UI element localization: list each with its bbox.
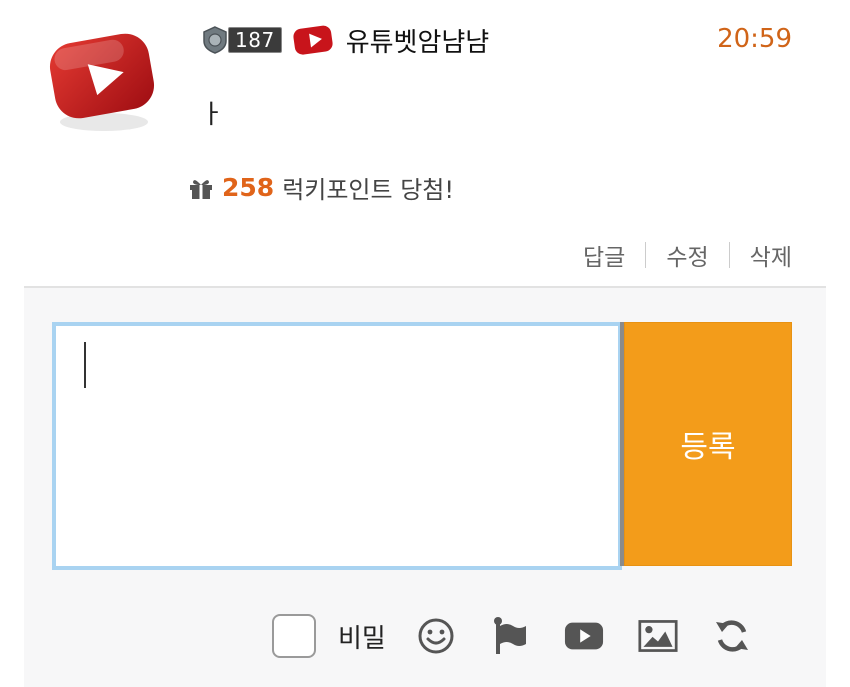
gift-icon (190, 179, 212, 199)
smiley-icon (418, 618, 454, 654)
comment-actions: 답글 수정 삭제 (583, 238, 792, 272)
refresh-button[interactable] (712, 616, 752, 656)
edit-link[interactable]: 수정 (666, 238, 708, 272)
comment-meta: 187 유튜벳암냠냠 (200, 22, 489, 58)
video-button[interactable] (564, 616, 604, 656)
lucky-point-notice: 258 럭키포인트 당첨! (188, 170, 454, 205)
flag-icon (493, 617, 526, 654)
lucky-points: 258 (222, 173, 275, 202)
secret-label[interactable]: 비밀 (338, 618, 386, 655)
image-button[interactable] (638, 616, 678, 656)
youtube-icon (564, 622, 603, 650)
submit-button[interactable]: 등록 (624, 322, 792, 566)
comment-item: 187 유튜벳암냠냠 20:59 ㅏ 258 럭키포인트 당첨! 답글 수정 삭… (0, 0, 850, 287)
secret-checkbox[interactable] (272, 614, 316, 658)
flag-button[interactable] (490, 616, 530, 656)
comment-time: 20:59 (717, 24, 792, 54)
text-caret (84, 342, 86, 388)
emoji-button[interactable] (416, 616, 456, 656)
comment-text: ㅏ (200, 100, 224, 130)
level-number: 187 (228, 27, 282, 53)
comment-input[interactable] (56, 326, 618, 566)
delete-link[interactable]: 삭제 (750, 238, 792, 272)
reply-link[interactable]: 답글 (583, 238, 625, 272)
comment-form: 등록 비밀 (24, 288, 826, 687)
comment-toolbar: 비밀 (272, 610, 792, 662)
level-shield-icon (203, 26, 227, 54)
image-icon (638, 620, 678, 652)
youtube-logo-icon (293, 25, 333, 55)
nickname[interactable]: 유튜벳암냠냠 (346, 22, 490, 59)
level-badge: 187 (200, 25, 282, 55)
avatar[interactable] (44, 24, 159, 134)
action-separator (645, 242, 647, 268)
action-separator (728, 242, 730, 268)
refresh-icon (715, 620, 748, 652)
lucky-text: 럭키포인트 당첨! (282, 176, 454, 204)
comment-input-wrapper (52, 322, 622, 570)
